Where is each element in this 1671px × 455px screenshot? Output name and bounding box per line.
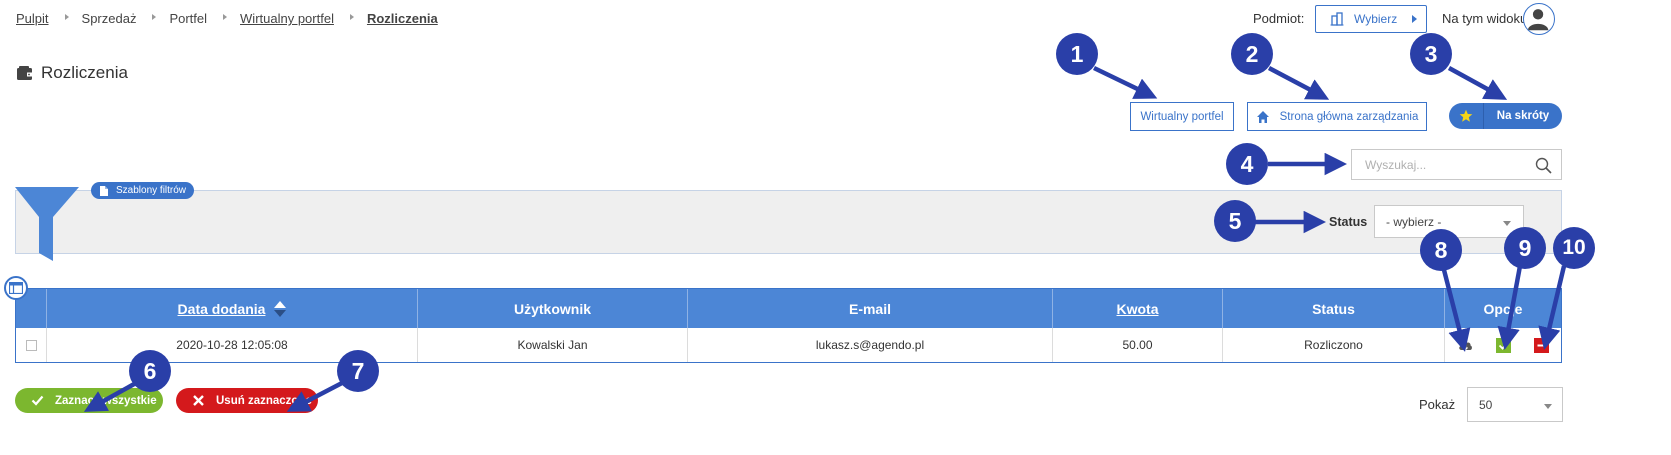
search-input[interactable] bbox=[1352, 150, 1522, 179]
breadcrumb-separator-icon bbox=[64, 13, 69, 20]
chevron-down-icon bbox=[1544, 404, 1552, 409]
building-icon bbox=[1330, 12, 1344, 26]
close-icon bbox=[193, 395, 204, 406]
wallet-icon bbox=[17, 65, 32, 80]
page-title-text: Rozliczenia bbox=[41, 63, 128, 82]
table-row: 2020-10-28 12:05:08 Kowalski Jan lukasz.… bbox=[16, 328, 1561, 362]
podmiot-select-button[interactable]: Wybierz bbox=[1315, 5, 1427, 33]
home-button[interactable]: Strona główna zarządzania bbox=[1247, 102, 1427, 131]
row-select-cell bbox=[16, 328, 47, 362]
select-all-label: Zaznacz wszystkie bbox=[55, 394, 157, 407]
page-size-label: Pokaż bbox=[1419, 397, 1456, 412]
callout-badge: 8 bbox=[1420, 229, 1462, 271]
row-options bbox=[1445, 328, 1561, 362]
column-header-options-label: Opcje bbox=[1483, 300, 1523, 317]
download-button[interactable] bbox=[1458, 338, 1473, 353]
breadcrumb-separator-icon bbox=[349, 13, 354, 20]
column-header-amount[interactable]: Kwota bbox=[1053, 289, 1223, 328]
search-icon[interactable] bbox=[1535, 157, 1552, 174]
page-title: Rozliczenia bbox=[16, 63, 128, 83]
column-header-email: E-mail bbox=[688, 289, 1053, 328]
chevron-down-icon bbox=[1503, 221, 1511, 226]
breadcrumb-sprzedaz: Sprzedaż bbox=[81, 11, 137, 26]
check-icon bbox=[1498, 341, 1508, 350]
select-all-button[interactable]: Zaznacz wszystkie bbox=[15, 388, 163, 413]
breadcrumb: Pulpit Sprzedaż Portfel Wirtualny portfe… bbox=[16, 11, 438, 26]
delete-selected-label: Usuń zaznaczone bbox=[216, 394, 312, 407]
user-icon bbox=[1527, 9, 1549, 31]
document-icon bbox=[100, 185, 108, 196]
row-email: lukasz.s@agendo.pl bbox=[688, 328, 1053, 362]
status-filter-label: Status bbox=[1329, 215, 1368, 229]
callout-badge: 2 bbox=[1231, 33, 1273, 75]
breadcrumb-separator-icon bbox=[152, 13, 157, 20]
home-button-label: Strona główna zarządzania bbox=[1279, 110, 1419, 123]
callout-badge: 3 bbox=[1410, 33, 1452, 75]
column-header-date-label: Data dodania bbox=[177, 300, 266, 317]
column-header-status-label: Status bbox=[1312, 300, 1355, 317]
podmiot-select-label: Wybierz bbox=[1354, 12, 1398, 26]
shortcuts-label: Na skróty bbox=[1496, 110, 1550, 122]
delete-row-button[interactable] bbox=[1533, 337, 1549, 353]
callout-badge: 1 bbox=[1056, 33, 1098, 75]
column-header-status: Status bbox=[1223, 289, 1445, 328]
breadcrumb-portfel: Portfel bbox=[169, 11, 208, 26]
callout-badge: 7 bbox=[337, 350, 379, 392]
column-header-email-label: E-mail bbox=[848, 300, 891, 317]
page-size-value: 50 bbox=[1479, 397, 1493, 412]
shortcuts-button[interactable]: Na skróty bbox=[1449, 103, 1562, 129]
column-header-user: Użytkownik bbox=[418, 289, 688, 328]
row-status: Rozliczono bbox=[1223, 328, 1445, 362]
home-icon bbox=[1256, 110, 1269, 123]
row-checkbox[interactable] bbox=[25, 339, 37, 351]
breadcrumb-separator-icon bbox=[223, 13, 228, 20]
cloud-download-icon bbox=[1458, 341, 1472, 350]
callout-badge: 10 bbox=[1553, 227, 1595, 269]
breadcrumb-rozliczenia[interactable]: Rozliczenia bbox=[367, 11, 438, 26]
callout-badge: 9 bbox=[1504, 227, 1546, 269]
callout-badge: 4 bbox=[1226, 143, 1268, 185]
status-filter-value: - wybierz - bbox=[1386, 214, 1442, 229]
column-header-amount-label: Kwota bbox=[1116, 300, 1159, 317]
star-icon bbox=[1459, 109, 1473, 122]
sort-icon[interactable] bbox=[274, 300, 287, 317]
row-options-group bbox=[1458, 337, 1549, 353]
wallet-button-label: Wirtualny portfel bbox=[1140, 110, 1224, 123]
podmiot-label: Podmiot: bbox=[1253, 11, 1305, 26]
column-header-date[interactable]: Data dodania bbox=[47, 289, 418, 328]
column-settings-button[interactable] bbox=[4, 276, 28, 300]
callout-badge: 6 bbox=[129, 350, 171, 392]
minus-icon bbox=[1537, 344, 1545, 346]
callout-badge: 5 bbox=[1214, 200, 1256, 242]
check-icon bbox=[31, 395, 44, 406]
settle-button[interactable] bbox=[1495, 337, 1511, 353]
filter-templates-button[interactable]: Szablony filtrów bbox=[91, 182, 195, 199]
shortcuts-star[interactable] bbox=[1449, 103, 1484, 129]
caret-right-icon bbox=[1412, 15, 1417, 23]
user-avatar[interactable] bbox=[1523, 3, 1555, 35]
breadcrumb-pulpit[interactable]: Pulpit bbox=[16, 11, 49, 26]
delete-selected-button[interactable]: Usuń zaznaczone bbox=[176, 388, 318, 413]
settlements-table: Data dodania Użytkownik E-mail Kwota Sta… bbox=[15, 288, 1562, 363]
column-header-user-label: Użytkownik bbox=[513, 300, 591, 317]
breadcrumb-wirtualny-portfel[interactable]: Wirtualny portfel bbox=[240, 11, 334, 26]
view-label: Na tym widoku bbox=[1442, 11, 1528, 26]
funnel-icon[interactable] bbox=[15, 187, 81, 263]
table-layout-icon bbox=[9, 282, 23, 294]
page-root: Pulpit Sprzedaż Portfel Wirtualny portfe… bbox=[0, 0, 1671, 455]
table-header: Data dodania Użytkownik E-mail Kwota Sta… bbox=[16, 289, 1561, 328]
page-size-select[interactable]: 50 bbox=[1467, 387, 1563, 422]
wallet-button[interactable]: Wirtualny portfel bbox=[1130, 102, 1234, 131]
search-box bbox=[1351, 149, 1562, 180]
filter-templates-label: Szablony filtrów bbox=[116, 185, 187, 196]
row-user: Kowalski Jan bbox=[418, 328, 688, 362]
column-header-options: Opcje bbox=[1445, 289, 1561, 328]
row-amount: 50.00 bbox=[1053, 328, 1223, 362]
